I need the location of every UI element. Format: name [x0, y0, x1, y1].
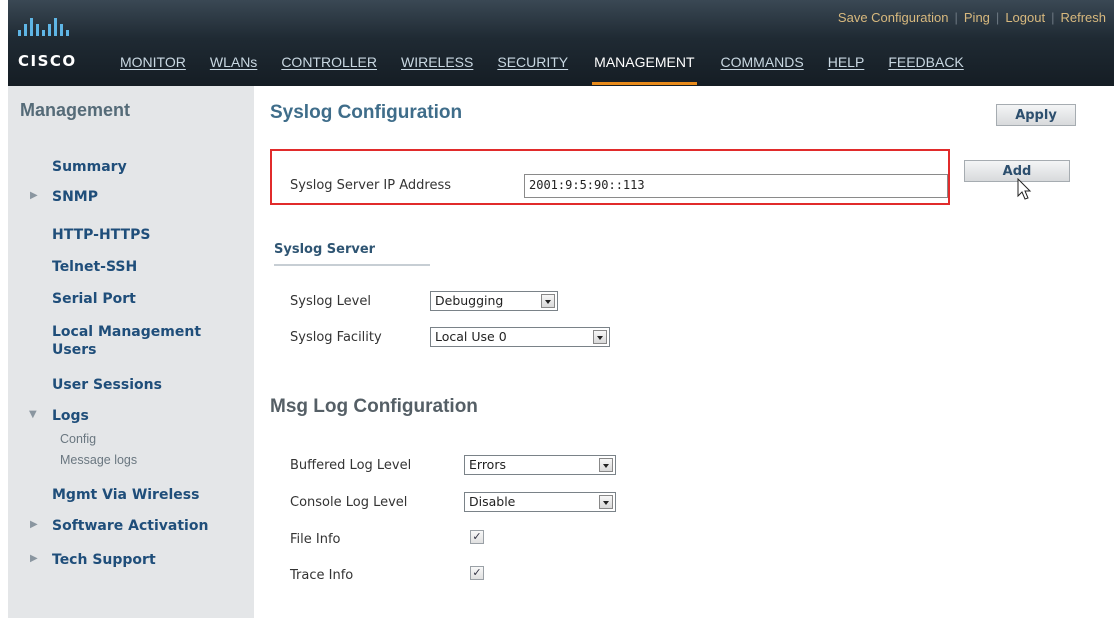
syslog-facility-label: Syslog Facility — [290, 330, 382, 345]
ping-link[interactable]: Ping — [964, 10, 990, 25]
syslog-server-ip-input[interactable]: 2001:9:5:90::113 — [524, 174, 948, 198]
nav-commands[interactable]: COMMANDS — [721, 50, 804, 82]
nav-wlans[interactable]: WLANs — [210, 50, 257, 82]
syslog-level-label: Syslog Level — [290, 294, 371, 309]
main-nav: MONITOR WLANs CONTROLLER WIRELESS SECURI… — [120, 50, 1114, 86]
chevron-down-icon — [599, 458, 613, 472]
sidebar-item-summary[interactable]: Summary — [52, 158, 127, 176]
mouse-pointer-icon — [1017, 178, 1032, 200]
console-log-level-select[interactable]: Disable — [464, 492, 616, 512]
checkmark-icon: ✓ — [472, 566, 482, 579]
nav-feedback[interactable]: FEEDBACK — [888, 50, 963, 82]
app-frame: CISCO Save Configuration | Ping | Logout… — [8, 0, 1114, 618]
sidebar-item-software-activation[interactable]: Software Activation — [52, 517, 208, 535]
syslog-facility-value: Local Use 0 — [435, 329, 507, 344]
main-content: Syslog Configuration Apply Syslog Server… — [254, 86, 1114, 618]
triangle-right-icon[interactable]: ▶ — [30, 190, 38, 201]
chevron-down-icon — [541, 294, 555, 308]
syslog-server-tab-label: Syslog Server — [274, 242, 376, 257]
sidebar-item-mgmt-via-wireless[interactable]: Mgmt Via Wireless — [52, 486, 199, 504]
top-header: CISCO Save Configuration | Ping | Logout… — [8, 0, 1114, 86]
sidebar: Management Summary ▶ SNMP HTTP-HTTPS Tel… — [8, 86, 254, 618]
nav-controller[interactable]: CONTROLLER — [281, 50, 377, 82]
cisco-wordmark: CISCO — [18, 52, 77, 70]
logout-link[interactable]: Logout — [1005, 10, 1045, 25]
chevron-down-icon — [593, 330, 607, 344]
buffered-log-level-label: Buffered Log Level — [290, 458, 412, 473]
sidebar-subitem-config[interactable]: Config — [60, 432, 96, 446]
syslog-server-ip-label: Syslog Server IP Address — [290, 178, 452, 193]
nav-monitor[interactable]: MONITOR — [120, 50, 186, 82]
file-info-checkbox[interactable]: ✓ — [470, 530, 484, 544]
apply-button[interactable]: Apply — [996, 104, 1076, 126]
sidebar-item-telnet-ssh[interactable]: Telnet-SSH — [52, 258, 137, 276]
buffered-log-level-select[interactable]: Errors — [464, 455, 616, 475]
sidebar-title: Management — [20, 100, 131, 120]
syslog-level-select[interactable]: Debugging — [430, 291, 558, 311]
utility-links: Save Configuration | Ping | Logout | Ref… — [838, 10, 1106, 25]
sidebar-item-user-sessions[interactable]: User Sessions — [52, 376, 162, 394]
sidebar-item-serial-port[interactable]: Serial Port — [52, 290, 136, 308]
sidebar-item-http-https[interactable]: HTTP-HTTPS — [52, 226, 150, 244]
file-info-label: File Info — [290, 532, 341, 547]
page-title: Syslog Configuration — [270, 102, 463, 123]
sidebar-item-logs[interactable]: Logs — [52, 407, 89, 425]
console-log-level-value: Disable — [469, 494, 516, 509]
cisco-bars-icon — [18, 16, 69, 36]
triangle-right-icon[interactable]: ▶ — [30, 553, 38, 564]
syslog-facility-select[interactable]: Local Use 0 — [430, 327, 610, 347]
separator: | — [995, 10, 1000, 25]
chevron-down-icon — [599, 495, 613, 509]
trace-info-checkbox[interactable]: ✓ — [470, 566, 484, 580]
trace-info-label: Trace Info — [290, 568, 354, 583]
separator: | — [954, 10, 958, 25]
nav-help[interactable]: HELP — [828, 50, 865, 82]
refresh-link[interactable]: Refresh — [1060, 10, 1106, 25]
separator: | — [1051, 10, 1055, 25]
checkmark-icon: ✓ — [472, 530, 482, 543]
sidebar-item-snmp[interactable]: SNMP — [52, 188, 98, 206]
nav-management[interactable]: MANAGEMENT — [592, 50, 697, 85]
nav-wireless[interactable]: WIRELESS — [401, 50, 473, 82]
buffered-log-level-value: Errors — [469, 457, 506, 472]
syslog-level-value: Debugging — [435, 293, 504, 308]
cisco-logo: CISCO — [16, 8, 106, 70]
nav-security[interactable]: SECURITY — [497, 50, 568, 82]
sidebar-subitem-message-logs[interactable]: Message logs — [60, 453, 137, 467]
msg-log-title: Msg Log Configuration — [270, 396, 478, 417]
sidebar-item-local-management-users[interactable]: Local Management Users — [52, 323, 242, 359]
triangle-down-icon[interactable]: ▼ — [29, 409, 37, 420]
console-log-level-label: Console Log Level — [290, 495, 408, 510]
save-configuration-link[interactable]: Save Configuration — [838, 10, 949, 25]
sidebar-item-tech-support[interactable]: Tech Support — [52, 551, 156, 569]
syslog-server-tab[interactable]: Syslog Server — [274, 238, 430, 266]
triangle-right-icon[interactable]: ▶ — [30, 519, 38, 530]
